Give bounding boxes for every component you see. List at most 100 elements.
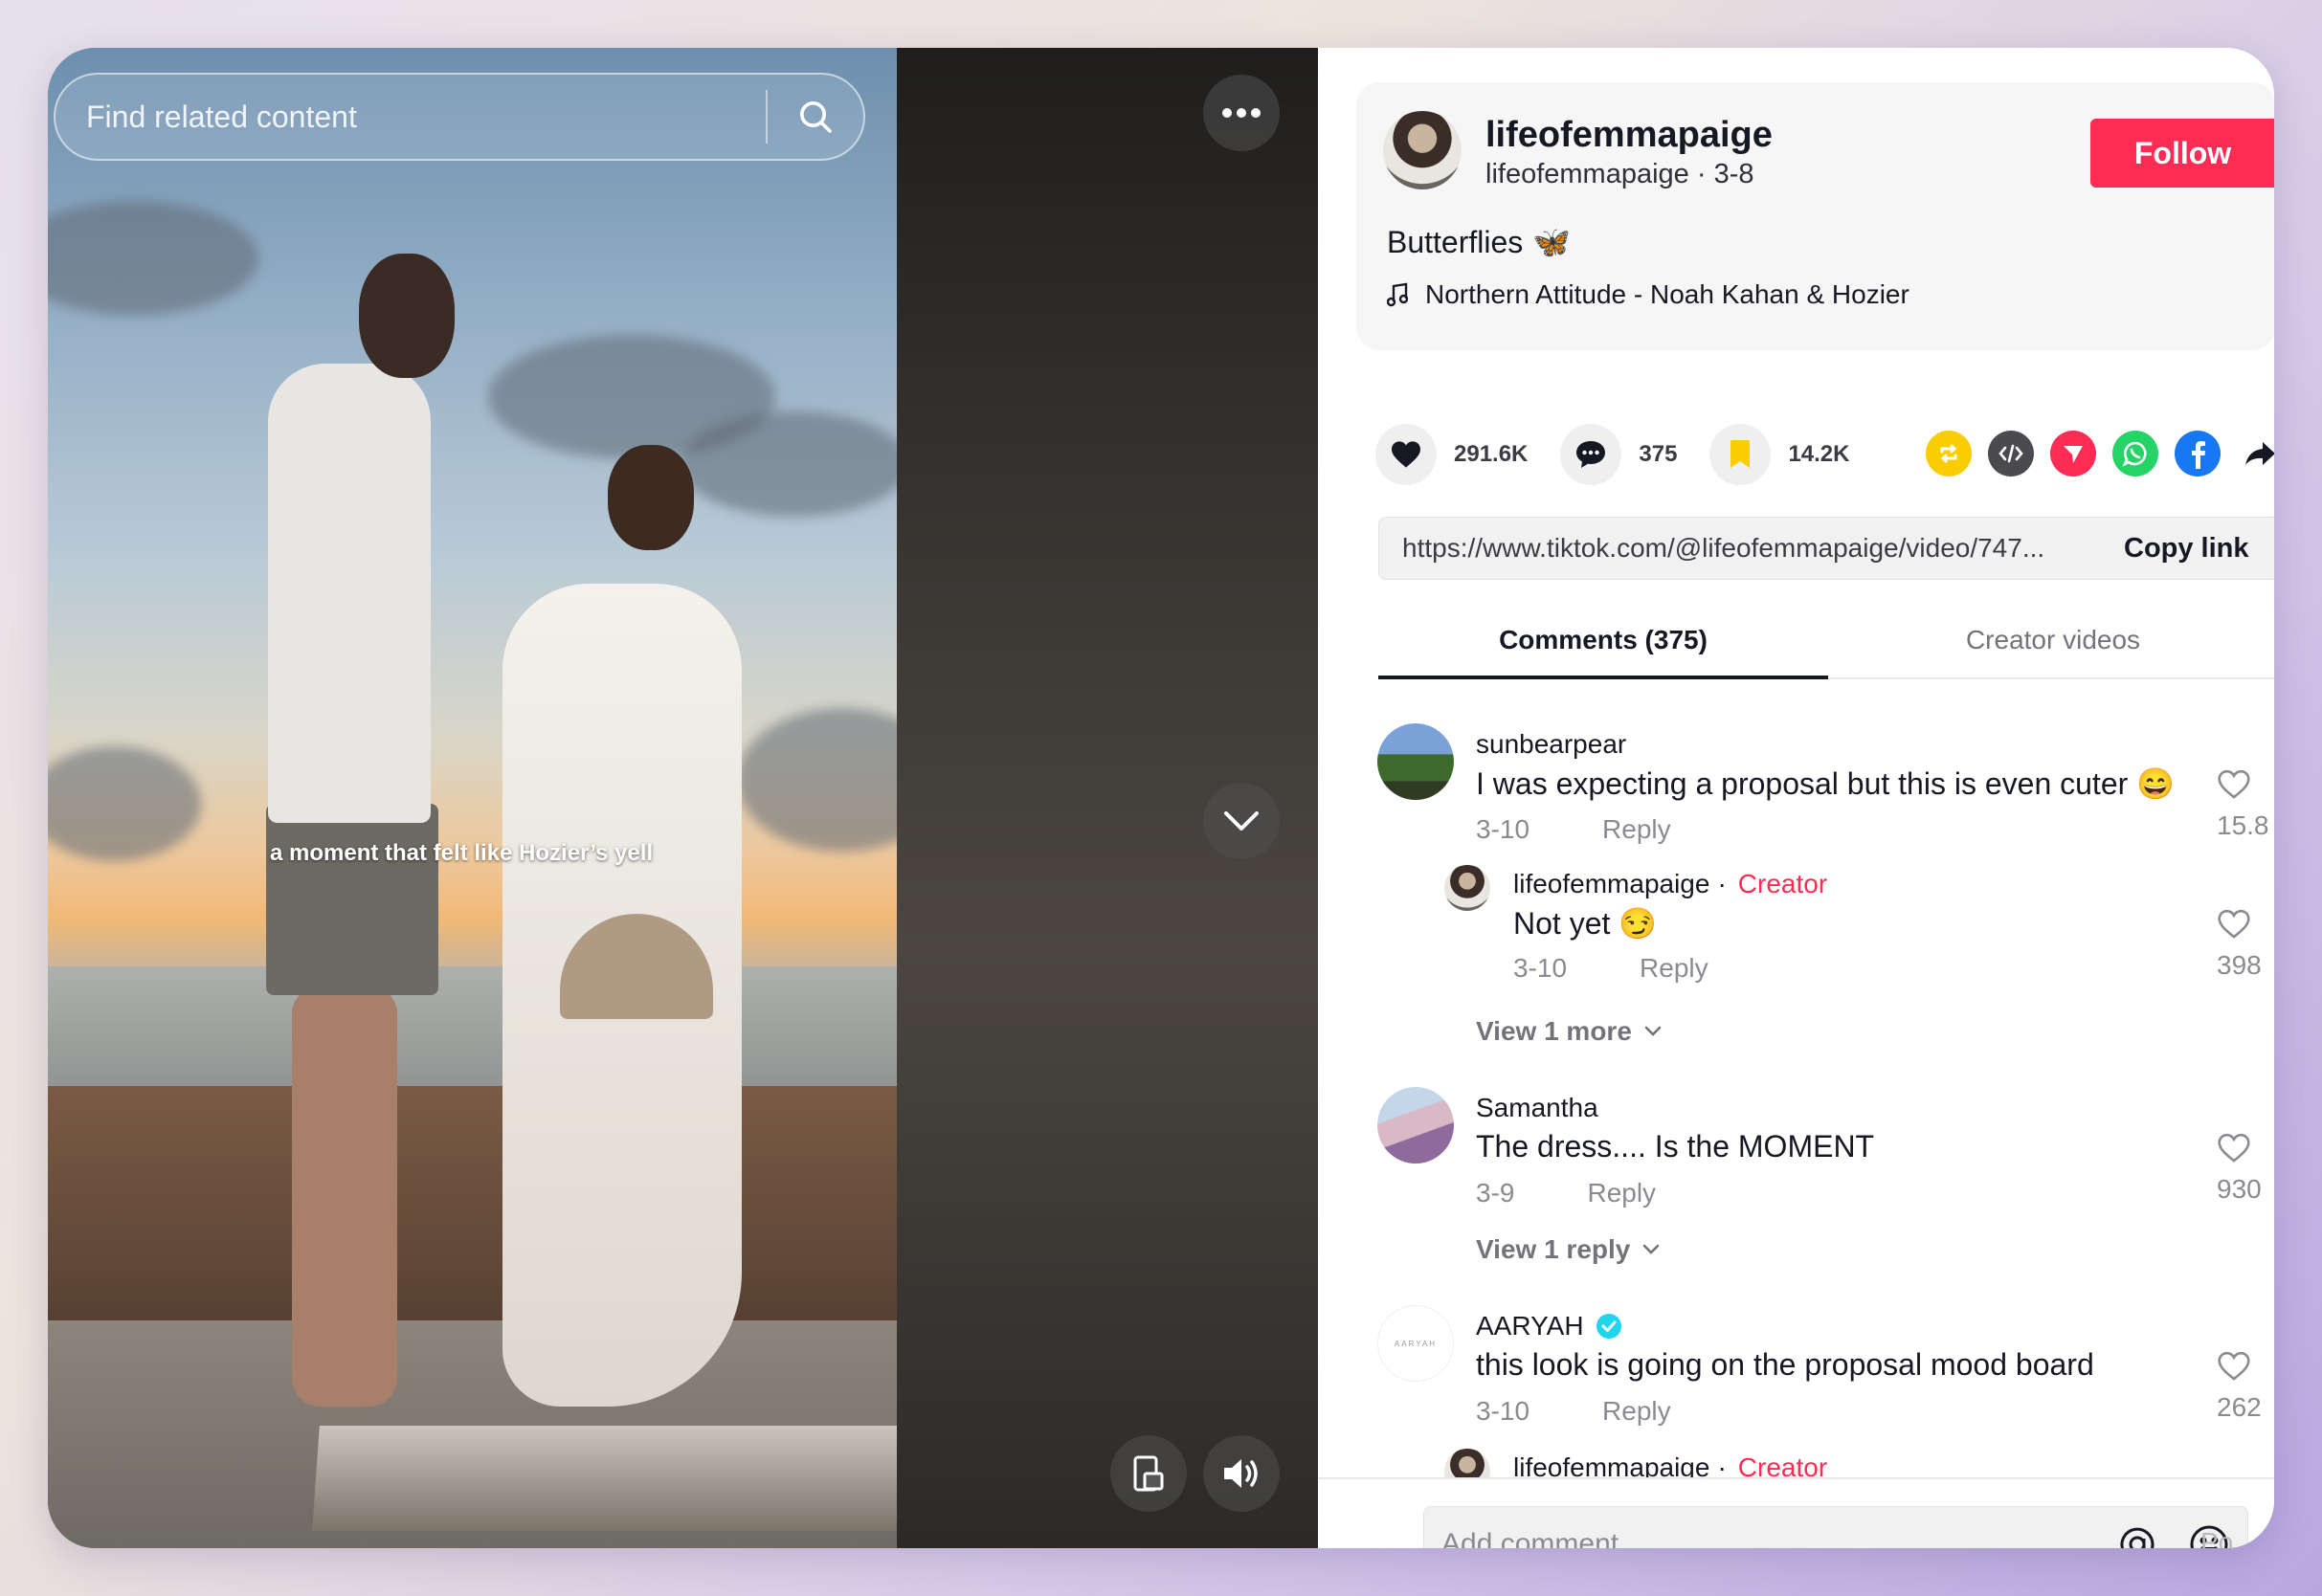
reply-button[interactable]: Reply	[1602, 814, 1671, 845]
tab-creator-videos[interactable]: Creator videos	[1828, 608, 2274, 677]
view-more-replies[interactable]: View 1 more	[1476, 1016, 1663, 1047]
creator-badge: Creator	[1737, 1452, 1828, 1477]
commenter-username[interactable]: AARYAH	[1476, 1311, 1584, 1341]
reply-username[interactable]: lifeofemmapaige	[1513, 869, 1709, 899]
heart-outline-icon	[2218, 769, 2250, 799]
reply-item: lifeofemmapaige · Creator Not yet 😏 3-10…	[1444, 865, 2274, 999]
repost-icon[interactable]	[1926, 431, 1972, 477]
like-action[interactable]: 291.6K	[1375, 424, 1528, 485]
more-options-button[interactable]	[1203, 75, 1280, 151]
reply-button[interactable]: Reply	[1640, 953, 1708, 984]
tab-comments[interactable]: Comments (375)	[1378, 608, 1828, 679]
comment-like-button[interactable]: 262	[2217, 1351, 2274, 1423]
music-link[interactable]: Northern Attitude - Noah Kahan & Hozier	[1387, 279, 1909, 310]
share-icons	[1926, 431, 2274, 477]
heart-icon	[1392, 441, 1420, 468]
comment-like-count: 15.8	[2217, 810, 2269, 840]
app-window: a moment that felt like Hozier’s yell li…	[48, 48, 2274, 1548]
author-card: lifeofemmapaige lifeofemmapaige · 3-8 Fo…	[1356, 82, 2274, 350]
reply-item: lifeofemmapaige · Creator	[1444, 1449, 2274, 1477]
panel-tabs: Comments (375) Creator videos	[1378, 608, 2274, 679]
search-button[interactable]	[768, 75, 863, 159]
chevron-down-icon	[1644, 1026, 1662, 1036]
comment-text: The dress.... Is the MOMENT	[1476, 1129, 1875, 1164]
send-icon[interactable]	[2050, 431, 2096, 477]
commenter-avatar[interactable]: AARYAH	[1377, 1305, 1454, 1382]
comment-text: I was expecting a proposal but this is e…	[1476, 766, 2175, 801]
details-panel: lifeofemmapaige lifeofemmapaige · 3-8 Fo…	[1318, 48, 2274, 1548]
commenter-username[interactable]: Samantha	[1476, 1093, 1598, 1123]
comment-text: this look is going on the proposal mood …	[1476, 1347, 2094, 1382]
comment-input[interactable]	[1424, 1507, 2104, 1548]
comment-date: 3-10	[1476, 814, 1530, 844]
reply-button[interactable]: Reply	[1587, 1178, 1656, 1208]
comment-date: 3-9	[1476, 1178, 1515, 1208]
chevron-down-icon	[1224, 811, 1259, 831]
music-title: Northern Attitude - Noah Kahan & Hozier	[1425, 279, 1909, 309]
reply-like-button[interactable]: 398	[2217, 909, 2274, 981]
whatsapp-icon[interactable]	[2112, 431, 2158, 477]
video-player[interactable]: a moment that felt like Hozier’s yell	[48, 48, 897, 1548]
post-button[interactable]: Po	[2200, 1527, 2233, 1548]
search-input[interactable]	[56, 75, 766, 159]
comment-like-button[interactable]: 930	[2217, 1133, 2274, 1205]
reply-text: Not yet 😏	[1513, 906, 1658, 941]
comment-like-button[interactable]: 15.8	[2217, 769, 2274, 841]
comment-box	[1423, 1506, 2248, 1548]
facebook-icon[interactable]	[2175, 431, 2221, 477]
reply-username[interactable]: lifeofemmapaige	[1513, 1452, 1709, 1477]
commenter-avatar[interactable]	[1377, 1087, 1454, 1164]
embed-icon[interactable]	[1988, 431, 2034, 477]
comment-count: 375	[1639, 441, 1678, 467]
volume-button[interactable]	[1203, 1435, 1280, 1512]
share-link-text[interactable]: https://www.tiktok.com/@lifeofemmapaige/…	[1379, 533, 2124, 564]
reply-button[interactable]: Reply	[1602, 1396, 1671, 1427]
comment-action[interactable]: 375	[1560, 424, 1677, 485]
search-bar	[54, 73, 865, 161]
floating-player-button[interactable]	[1110, 1435, 1187, 1512]
author-avatar[interactable]	[1383, 111, 1462, 189]
action-bar: 291.6K 375 14.2K	[1375, 421, 1882, 488]
heart-outline-icon	[2218, 1351, 2250, 1381]
heart-outline-icon	[2218, 909, 2250, 939]
post-date: 3-8	[1713, 159, 1754, 189]
next-video-button[interactable]	[1203, 783, 1280, 859]
more-icon	[1222, 108, 1261, 118]
author-handle: lifeofemmapaige	[1485, 159, 1689, 189]
comment-item: sunbearpear I was expecting a proposal b…	[1377, 723, 2274, 1077]
comment-item: AARYAH AARYAH this look is going on the …	[1377, 1305, 2274, 1477]
comment-icon	[1576, 441, 1606, 468]
follow-button[interactable]: Follow	[2090, 119, 2274, 188]
like-count: 291.6K	[1454, 441, 1529, 467]
music-note-icon	[1387, 282, 1408, 307]
author-subline: lifeofemmapaige · 3-8	[1485, 159, 1754, 189]
save-action[interactable]: 14.2K	[1709, 424, 1849, 485]
heart-outline-icon	[2218, 1133, 2250, 1163]
search-icon	[800, 101, 832, 133]
video-description: Butterflies 🦋	[1387, 224, 1571, 260]
comment-like-count: 262	[2217, 1392, 2262, 1422]
share-arrow-icon[interactable]	[2237, 431, 2274, 477]
comment-composer: Po	[1318, 1477, 2274, 1548]
volume-icon	[1224, 1459, 1258, 1488]
commenter-username[interactable]: sunbearpear	[1476, 729, 1626, 760]
video-pane: a moment that felt like Hozier’s yell	[48, 48, 1318, 1548]
author-username[interactable]: lifeofemmapaige	[1485, 115, 1773, 156]
butterfly-emoji: 🦋	[1532, 225, 1572, 259]
comment-item: Samantha The dress.... Is the MOMENT 3-9…	[1377, 1087, 2274, 1278]
view-more-replies[interactable]: View 1 reply	[1476, 1234, 1661, 1265]
chevron-down-icon	[1643, 1244, 1660, 1254]
reply-avatar[interactable]	[1444, 865, 1490, 911]
commenter-avatar[interactable]	[1377, 723, 1454, 800]
creator-badge: Creator	[1737, 869, 1828, 898]
video-caption: a moment that felt like Hozier’s yell	[270, 840, 654, 866]
at-sign-icon	[2120, 1527, 2155, 1548]
reply-avatar[interactable]	[1444, 1449, 1490, 1477]
floating-player-icon	[1133, 1455, 1164, 1492]
mention-button[interactable]	[2104, 1525, 2171, 1548]
comment-like-count: 930	[2217, 1174, 2262, 1204]
save-count: 14.2K	[1788, 441, 1850, 467]
verified-badge-icon	[1596, 1314, 1621, 1339]
copy-link-button[interactable]: Copy link	[2124, 533, 2274, 565]
reply-date: 3-10	[1513, 953, 1568, 983]
